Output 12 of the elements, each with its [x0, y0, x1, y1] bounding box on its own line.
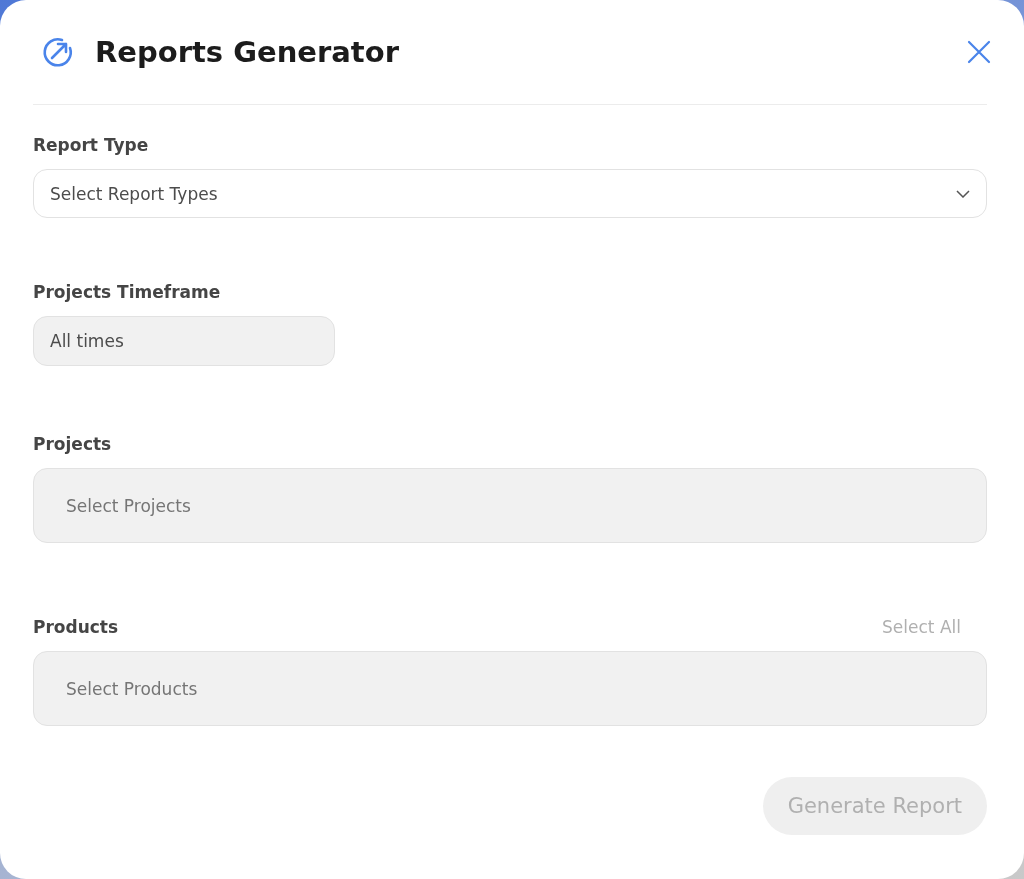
- field-label: Projects Timeframe: [33, 282, 221, 302]
- select-field[interactable]: Select Projects: [33, 468, 987, 543]
- timeframe-select[interactable]: All times: [33, 316, 335, 366]
- field-label: Products: [33, 617, 119, 637]
- field-label: Report Type: [33, 135, 149, 155]
- close-icon: [967, 40, 991, 64]
- dialog-title: Reports Generator: [95, 35, 400, 69]
- report-type-dropdown[interactable]: Select Report Types: [33, 169, 987, 218]
- field-label: Projects: [33, 434, 112, 454]
- select-field[interactable]: Select Products: [33, 651, 987, 726]
- arrow-circle-icon: [41, 35, 75, 69]
- chevron-down-icon: [956, 189, 970, 198]
